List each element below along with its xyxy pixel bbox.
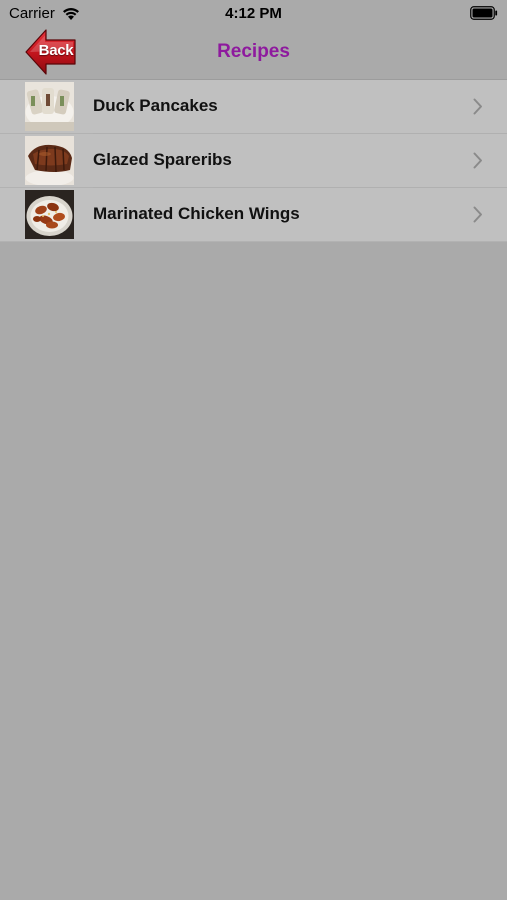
chevron-right-icon [473,206,482,223]
recipe-name: Duck Pancakes [93,96,218,115]
status-time: 4:12 PM [225,5,282,22]
spareribs-thumbnail [25,136,74,185]
recipe-name: Glazed Spareribs [93,150,232,169]
list-item[interactable]: Duck Pancakes [0,80,507,134]
list-item[interactable]: Marinated Chicken Wings [0,188,507,242]
recipes-screen: Carrier 4:12 PM Back Recipes Duck Pancak… [0,0,507,900]
navigation-bar: Back Recipes [0,28,507,80]
recipe-list: Duck Pancakes Glazed Spareribs Marinated… [0,80,507,242]
recipe-name: Marinated Chicken Wings [93,204,300,223]
list-item[interactable]: Glazed Spareribs [0,134,507,188]
battery-icon [470,6,498,20]
status-bar: Carrier 4:12 PM [0,0,507,28]
chicken-wings-thumbnail [25,190,74,239]
page-title: Recipes [217,41,290,62]
chevron-right-icon [473,152,482,169]
chevron-right-icon [473,98,482,115]
duck-pancakes-thumbnail [25,82,74,131]
